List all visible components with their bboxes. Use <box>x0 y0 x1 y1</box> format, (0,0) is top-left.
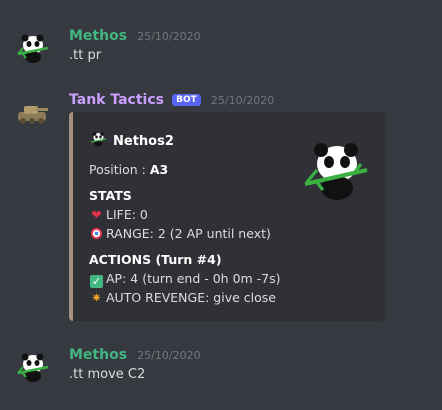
message-header: Methos 25/10/2020 <box>69 28 201 44</box>
ap-line: ✓ AP: 4 (turn end - 0h 0m -7s) <box>89 271 281 288</box>
timestamp: 25/10/2020 <box>210 94 275 107</box>
username[interactable]: Methos <box>69 347 127 363</box>
range-line: RANGE: 2 (2 AP until next) <box>89 226 271 241</box>
target-icon <box>89 226 104 241</box>
revenge-line: ✷ AUTO REVENGE: give close <box>89 290 276 305</box>
embed-author: Nethos2 <box>89 130 174 152</box>
message-header: Tank Tactics BOT 25/10/2020 <box>69 92 274 108</box>
position-value: A3 <box>149 162 169 177</box>
message-header: Methos 25/10/2020 <box>69 347 201 363</box>
panda-thumbnail[interactable] <box>299 134 371 206</box>
tank-avatar[interactable] <box>14 94 50 130</box>
timestamp: 25/10/2020 <box>137 349 201 362</box>
username[interactable]: Methos <box>69 28 127 44</box>
username[interactable]: Tank Tactics <box>69 92 164 108</box>
embed-author-name: Nethos2 <box>113 133 174 149</box>
explosion-icon: ✷ <box>91 290 102 305</box>
life-line: ❤ LIFE: 0 <box>89 207 148 222</box>
range-text: RANGE: 2 (2 AP until next) <box>106 226 271 241</box>
position-line: Position : A3 <box>89 162 168 177</box>
message-text: .tt move C2 <box>69 367 146 382</box>
heart-icon: ❤ <box>91 207 102 222</box>
embed-card: Nethos2 Position : A3 STATS ❤ LIFE: 0 RAN… <box>69 112 385 321</box>
actions-title: ACTIONS (Turn #4) <box>89 252 222 267</box>
check-icon: ✓ <box>90 275 103 288</box>
panda-avatar[interactable] <box>14 349 50 385</box>
bot-badge: BOT <box>172 94 201 106</box>
panda-icon <box>89 130 107 152</box>
ap-text: AP: 4 (turn end - 0h 0m -7s) <box>106 271 281 286</box>
revenge-text: AUTO REVENGE: give close <box>106 290 276 305</box>
timestamp: 25/10/2020 <box>137 30 201 43</box>
life-text: LIFE: 0 <box>106 207 148 222</box>
panda-avatar[interactable] <box>14 30 50 66</box>
stats-title: STATS <box>89 188 132 203</box>
position-label: Position : <box>89 162 150 177</box>
message-text: .tt pr <box>69 48 102 63</box>
